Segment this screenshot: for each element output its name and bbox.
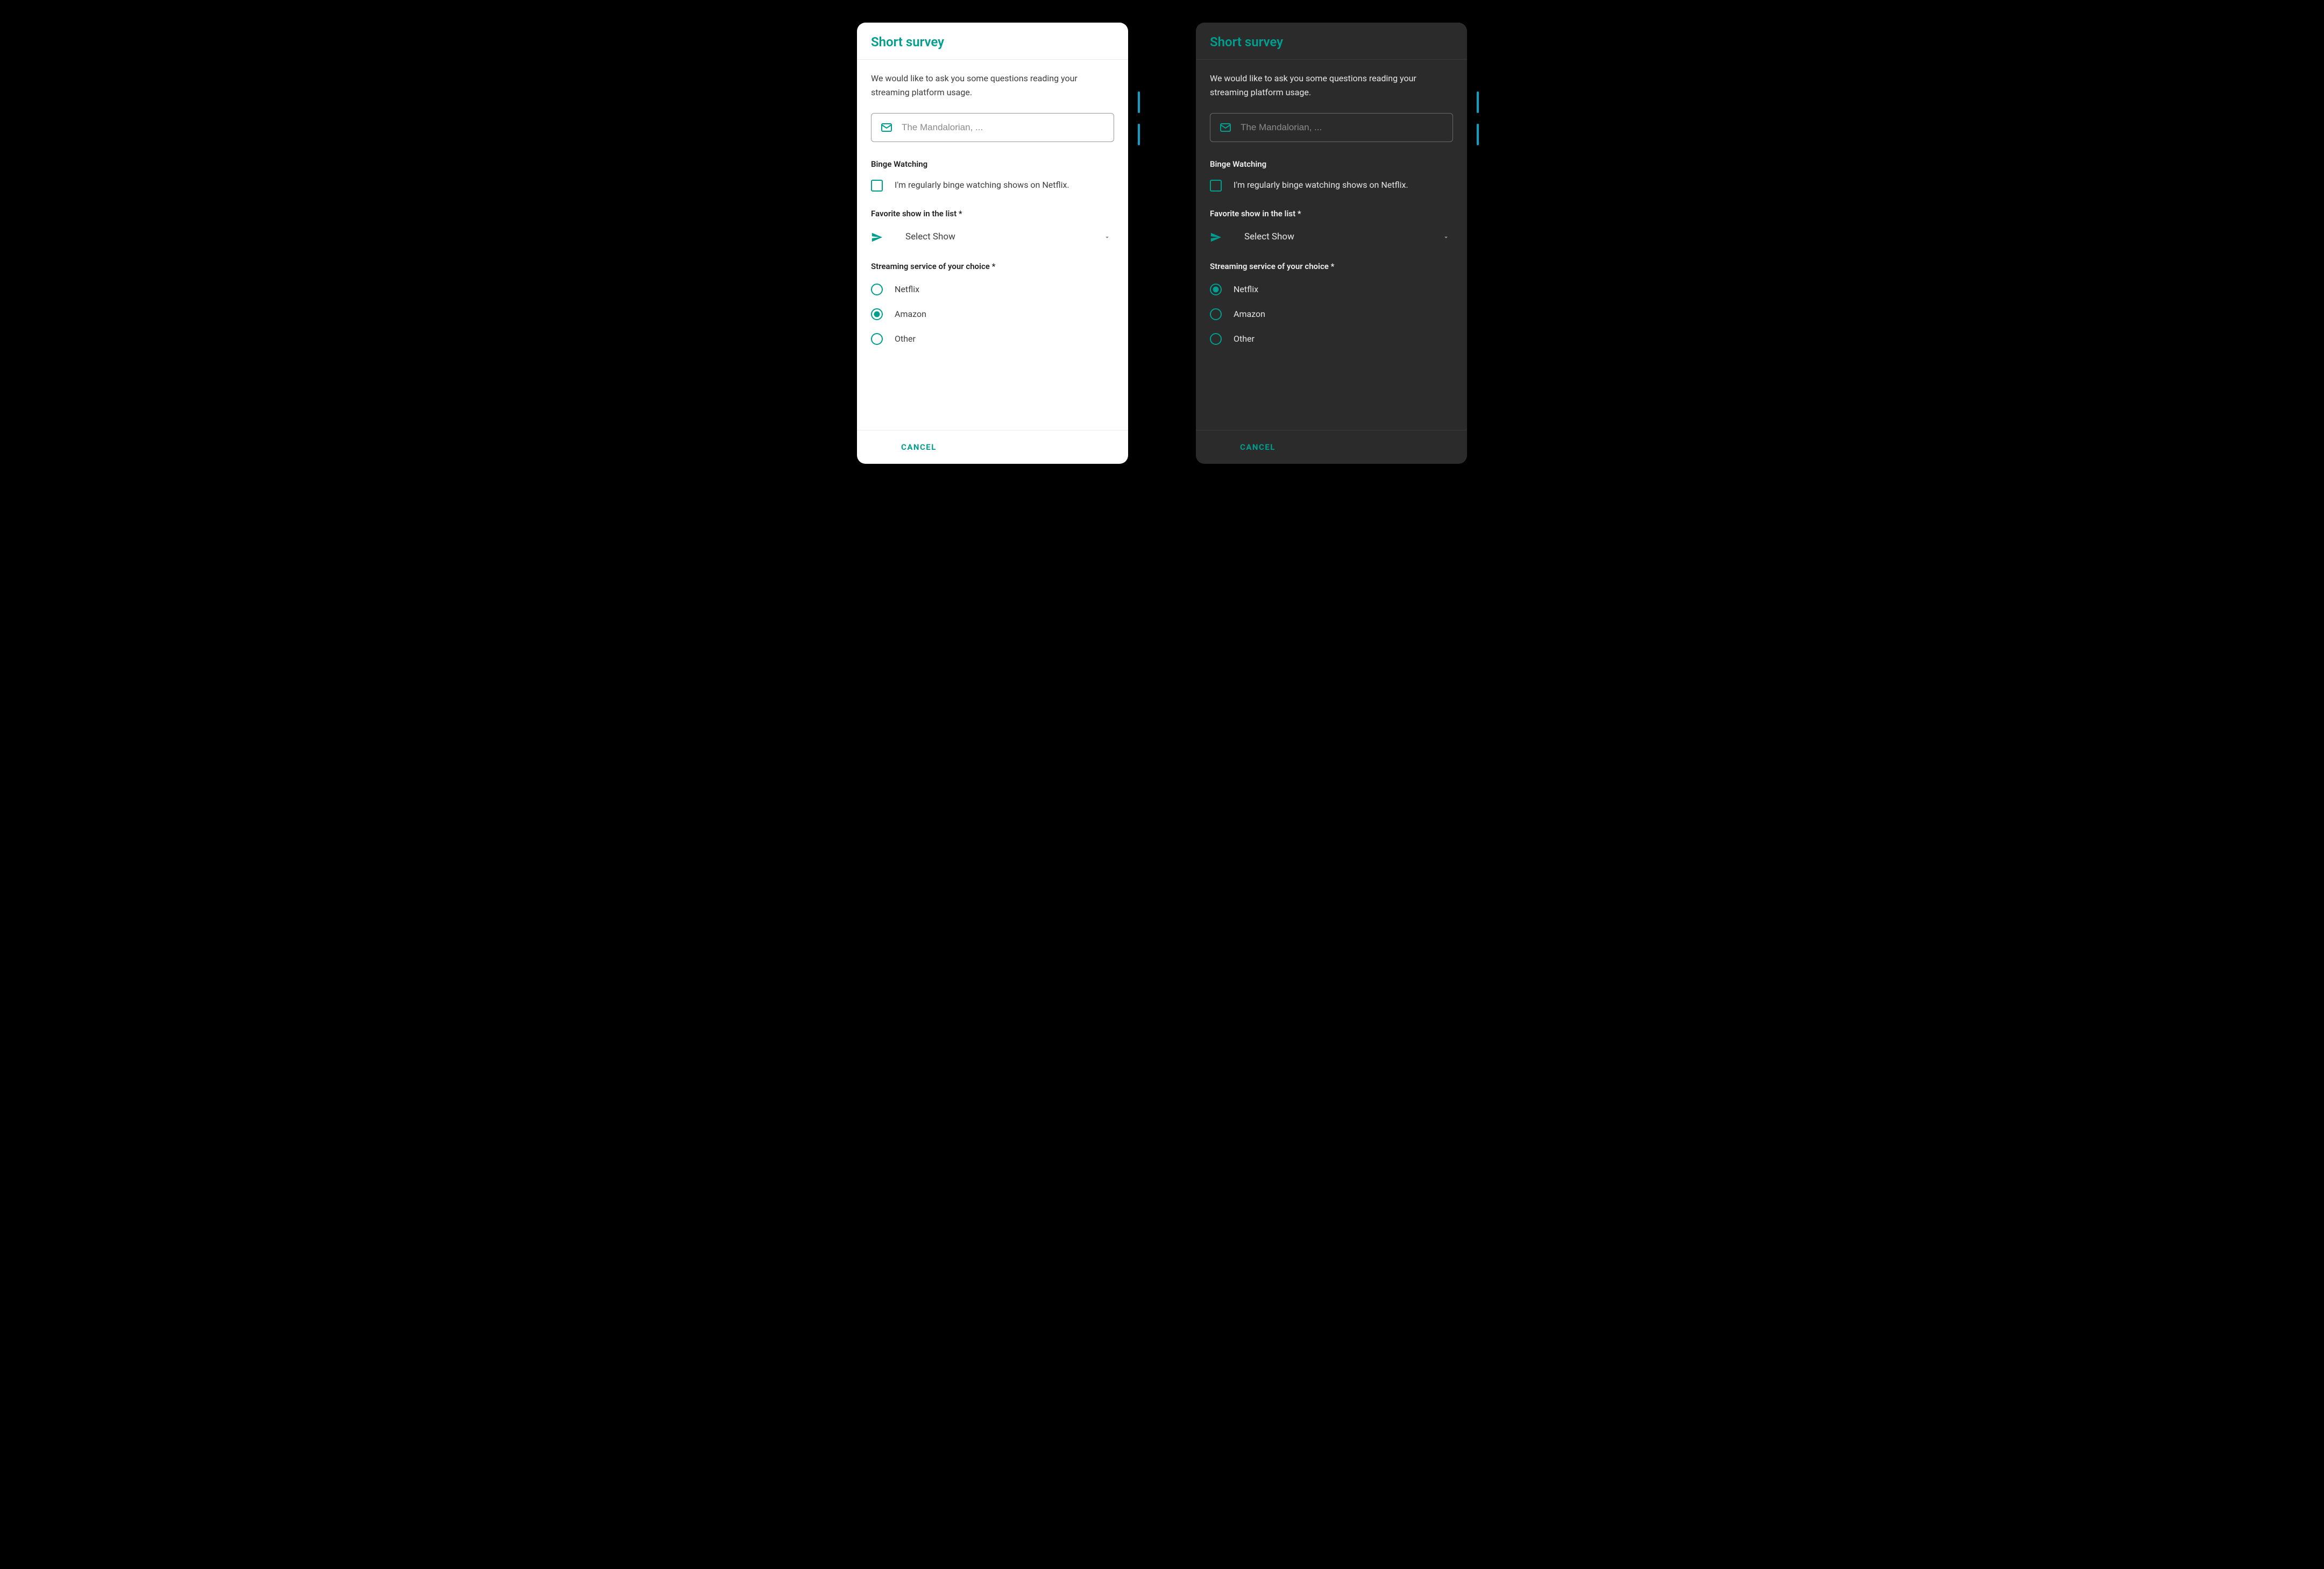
binge-section-label: Binge Watching bbox=[871, 159, 1114, 169]
phone-frame-dark: Short survey We would like to ask you so… bbox=[1186, 11, 1477, 464]
binge-checkbox-label: I'm regularly binge watching shows on Ne… bbox=[1234, 179, 1408, 192]
radio-label: Other bbox=[1234, 333, 1255, 345]
chevron-down-icon bbox=[1442, 234, 1450, 241]
radio-label: Netflix bbox=[895, 283, 919, 296]
cancel-button[interactable]: CANCEL bbox=[871, 442, 937, 452]
radio-option-netflix[interactable]: Netflix bbox=[871, 283, 1114, 296]
phone-side-button bbox=[1477, 91, 1479, 113]
survey-dialog: Short survey We would like to ask you so… bbox=[857, 23, 1128, 464]
radio-other[interactable] bbox=[1210, 333, 1222, 345]
radio-netflix[interactable] bbox=[1210, 284, 1222, 295]
binge-checkbox-label: I'm regularly binge watching shows on Ne… bbox=[895, 179, 1069, 192]
mail-icon bbox=[1219, 121, 1232, 134]
select-value: Select Show bbox=[1234, 230, 1430, 244]
radio-other[interactable] bbox=[871, 333, 883, 345]
select-value: Select Show bbox=[895, 230, 1092, 244]
send-icon bbox=[871, 231, 883, 243]
radio-label: Netflix bbox=[1234, 283, 1258, 296]
chevron-down-icon bbox=[1103, 234, 1111, 241]
show-input-field[interactable] bbox=[871, 113, 1114, 142]
binge-checkbox[interactable] bbox=[1210, 180, 1222, 192]
intro-text: We would like to ask you some questions … bbox=[1210, 72, 1453, 99]
favorite-section-label: Favorite show in the list * bbox=[871, 209, 1114, 218]
show-input[interactable] bbox=[902, 122, 1105, 133]
dialog-title: Short survey bbox=[1210, 34, 1453, 50]
binge-checkbox-row[interactable]: I'm regularly binge watching shows on Ne… bbox=[1210, 179, 1453, 192]
binge-section-label: Binge Watching bbox=[1210, 159, 1453, 169]
binge-checkbox-row[interactable]: I'm regularly binge watching shows on Ne… bbox=[871, 179, 1114, 192]
phone-side-button bbox=[1477, 124, 1479, 145]
mail-icon bbox=[880, 121, 893, 134]
radio-option-other[interactable]: Other bbox=[871, 333, 1114, 345]
dialog-body: We would like to ask you some questions … bbox=[1196, 60, 1467, 430]
radio-netflix[interactable] bbox=[871, 284, 883, 295]
dialog-title: Short survey bbox=[871, 34, 1114, 50]
favorite-section-label: Favorite show in the list * bbox=[1210, 209, 1453, 218]
radio-label: Amazon bbox=[1234, 308, 1265, 321]
phone-frame-light: Short survey We would like to ask you so… bbox=[847, 11, 1138, 464]
phone-side-button bbox=[1138, 91, 1140, 113]
show-input-field[interactable] bbox=[1210, 113, 1453, 142]
radio-label: Amazon bbox=[895, 308, 926, 321]
radio-option-amazon[interactable]: Amazon bbox=[871, 308, 1114, 321]
favorite-show-select[interactable]: Select Show bbox=[871, 230, 1114, 244]
survey-dialog: Short survey We would like to ask you so… bbox=[1196, 23, 1467, 464]
service-section-label: Streaming service of your choice * bbox=[871, 262, 1114, 271]
dialog-body: We would like to ask you some questions … bbox=[857, 60, 1128, 430]
show-input[interactable] bbox=[1241, 122, 1444, 133]
dialog-footer: CANCEL bbox=[857, 430, 1128, 464]
favorite-show-select[interactable]: Select Show bbox=[1210, 230, 1453, 244]
phone-side-button bbox=[1138, 124, 1140, 145]
radio-option-amazon[interactable]: Amazon bbox=[1210, 308, 1453, 321]
radio-amazon[interactable] bbox=[1210, 308, 1222, 320]
radio-option-other[interactable]: Other bbox=[1210, 333, 1453, 345]
service-section-label: Streaming service of your choice * bbox=[1210, 262, 1453, 271]
radio-label: Other bbox=[895, 333, 916, 345]
cancel-button[interactable]: CANCEL bbox=[1210, 442, 1276, 452]
dialog-header: Short survey bbox=[1196, 23, 1467, 60]
binge-checkbox[interactable] bbox=[871, 180, 883, 192]
radio-option-netflix[interactable]: Netflix bbox=[1210, 283, 1453, 296]
dialog-footer: CANCEL bbox=[1196, 430, 1467, 464]
send-icon bbox=[1210, 231, 1222, 243]
dialog-header: Short survey bbox=[857, 23, 1128, 60]
radio-amazon[interactable] bbox=[871, 308, 883, 320]
intro-text: We would like to ask you some questions … bbox=[871, 72, 1114, 99]
